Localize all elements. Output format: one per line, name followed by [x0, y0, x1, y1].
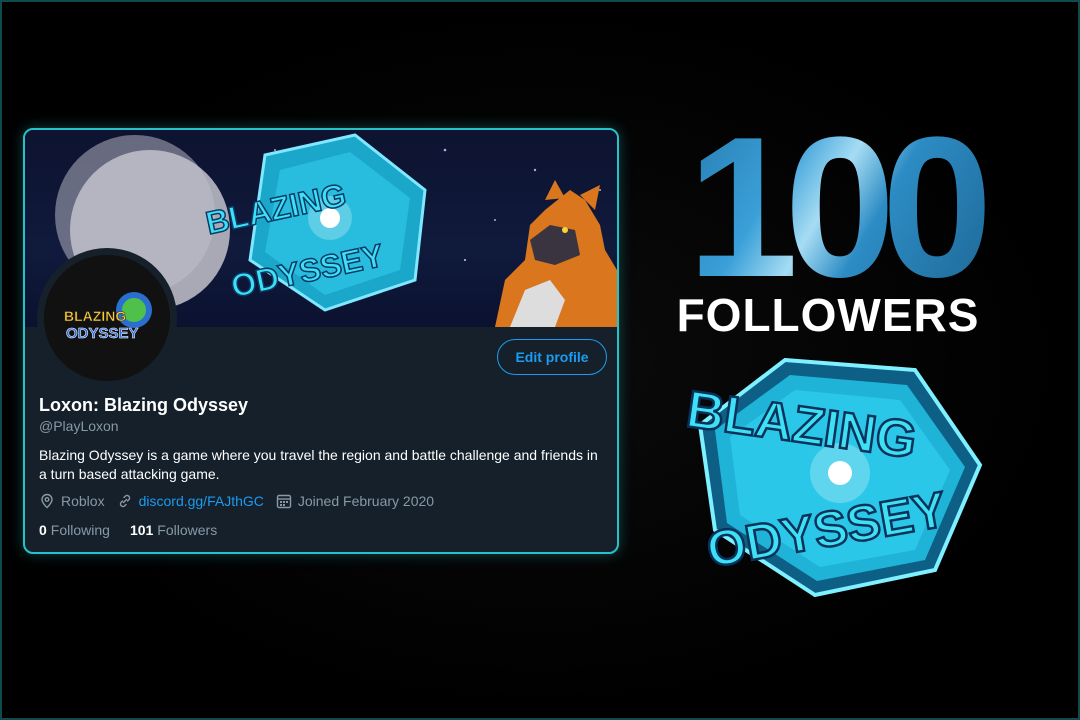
milestone-label: FOLLOWERS [676, 289, 980, 341]
display-name: Loxon: Blazing Odyssey [39, 395, 249, 415]
followers-label: Followers [157, 522, 218, 538]
website-link[interactable]: discord.gg/FAJthGC [139, 493, 264, 509]
user-handle: @PlayLoxon [39, 418, 119, 434]
svg-text:BLAZING: BLAZING [64, 308, 126, 324]
fox-character-image [495, 180, 617, 327]
edit-profile-button[interactable]: Edit profile [497, 339, 607, 375]
followers-count: 101 [129, 522, 154, 538]
following-label: Following [50, 522, 110, 538]
website-item[interactable]: discord.gg/FAJthGC [117, 493, 264, 509]
joined-item: Joined February 2020 [276, 493, 434, 509]
location-item: Roblox [39, 493, 105, 509]
profile-card: BLAZING ODYSSEY BLAZING ODYSSEY Edit pro… [23, 128, 619, 554]
blazing-odyssey-logo-image: BLAZING ODYSSEY [682, 357, 983, 598]
profile-bio: Blazing Odyssey is a game where you trav… [39, 447, 598, 482]
calendar-icon [276, 494, 292, 509]
svg-text:ODYSSEY: ODYSSEY [66, 325, 139, 342]
joined-text: Joined February 2020 [297, 493, 435, 509]
avatar-logo-image: BLAZING ODYSSEY [44, 255, 170, 381]
link-icon [119, 494, 130, 508]
location-text: Roblox [61, 493, 105, 509]
avatar[interactable]: BLAZING ODYSSEY [37, 248, 177, 388]
profile-stats: 0 Following 101 Followers [39, 522, 237, 538]
following-stat[interactable]: 0 Following [39, 522, 110, 538]
profile-meta: Roblox discord.gg/FAJthGC Joined Februar… [39, 493, 446, 509]
milestone-count: 100 [648, 108, 1018, 308]
following-count: 0 [39, 522, 47, 538]
followers-stat[interactable]: 101 Followers [130, 522, 217, 538]
location-pin-icon [41, 493, 53, 509]
